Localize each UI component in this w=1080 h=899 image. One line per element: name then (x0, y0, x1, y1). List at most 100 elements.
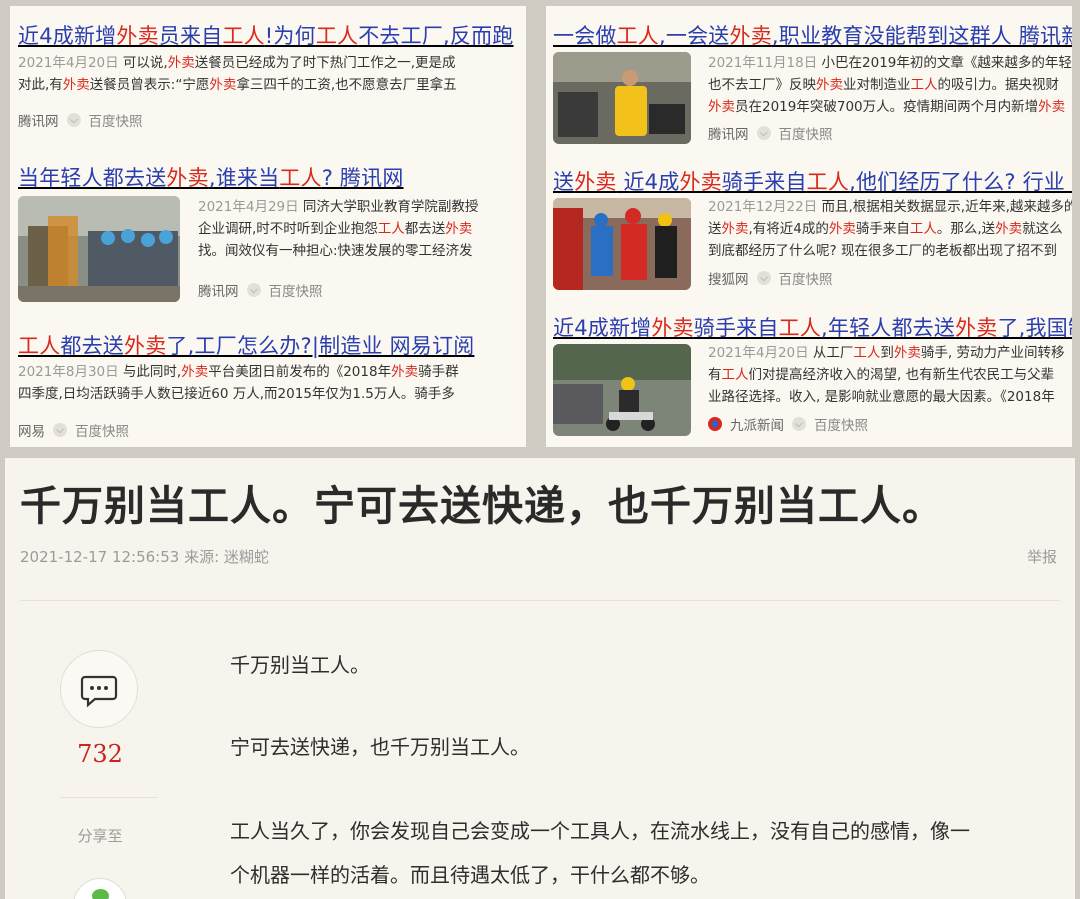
source-name[interactable]: 腾讯网 (198, 280, 239, 300)
snippet-line: 也不去工厂》反映外卖业对制造业工人的吸引力。据央视财 (708, 74, 1072, 96)
title-text[interactable]: !为何 (265, 24, 316, 48)
highlighted-keyword: 工人 (910, 77, 938, 93)
comment-count: 732 (77, 740, 123, 768)
title-text[interactable]: 都去送 (60, 334, 124, 358)
highlighted-keyword[interactable]: 外卖 (116, 24, 158, 48)
title-text[interactable]: 骑手来自 (694, 316, 779, 340)
highlighted-keyword[interactable]: 外卖 (955, 316, 997, 340)
result-date: 2021年8月30日 (18, 364, 119, 380)
highlighted-keyword[interactable]: 工人 (807, 170, 849, 194)
title-text[interactable]: 不去工厂,反而跑 (358, 24, 513, 48)
title-text[interactable]: 骑手来自 (722, 170, 807, 194)
snippet-text: 骑手群 (418, 364, 459, 380)
highlighted-keyword: 工人 (377, 221, 405, 237)
result-thumbnail[interactable] (553, 198, 691, 290)
result-date: 2021年11月18日 (708, 55, 818, 71)
result-source: 搜狐网 百度快照 (708, 268, 833, 288)
result-snippet: 2021年4月29日 同济大学职业教育学院副教授 企业调研,时不时听到企业抱怨工人… (198, 196, 478, 262)
source-name[interactable]: 网易 (18, 420, 45, 440)
result-source: 腾讯网 百度快照 (708, 123, 833, 143)
kuaizhao-link[interactable]: 百度快照 (89, 110, 143, 130)
highlighted-keyword[interactable]: 外卖 (730, 24, 772, 48)
highlighted-keyword[interactable]: 外卖 (166, 166, 208, 190)
highlighted-keyword[interactable]: 外卖 (651, 316, 693, 340)
source-name[interactable]: 腾讯网 (18, 110, 59, 130)
title-text[interactable]: 了,工厂怎么办?|制造业 网易订阅 (166, 334, 474, 358)
source-name[interactable]: 腾讯网 (708, 123, 749, 143)
snippet-text: 送 (708, 221, 722, 237)
title-text[interactable]: ,一会送 (659, 24, 729, 48)
source-name[interactable]: 九派新闻 (730, 414, 784, 434)
title-text[interactable]: ,职业教育没能帮到这群人 腾讯新闻 (772, 24, 1072, 48)
highlighted-keyword: 外卖 (445, 221, 473, 237)
highlighted-keyword[interactable]: 工人 (18, 334, 60, 358)
wechat-share-button[interactable] (73, 878, 127, 899)
snippet-text: 送餐员已经成为了时下热门工作之一,更是成 (194, 55, 456, 71)
kuaizhao-link[interactable]: 百度快照 (814, 414, 868, 434)
kuaizhao-link[interactable]: 百度快照 (75, 420, 129, 440)
highlighted-keyword[interactable]: 工人 (779, 316, 821, 340)
title-text[interactable]: 一会做 (553, 24, 617, 48)
highlighted-keyword: 外卖 (721, 221, 749, 237)
result-thumbnail[interactable] (553, 52, 691, 144)
title-text[interactable]: ? 腾讯网 (322, 166, 404, 190)
title-text[interactable]: 近4成新增 (553, 316, 651, 340)
result-title-link[interactable]: 当年轻人都去送外卖,谁来当工人? 腾讯网 (18, 162, 404, 192)
result-snippet: 2021年8月30日 与此同时,外卖平台美团日前发布的《2018年外卖骑手群 四季… (18, 361, 459, 405)
snippet-line: 企业调研,时不时听到企业抱怨工人都去送外卖 (198, 218, 478, 240)
snippet-line: 2021年4月20日 可以说,外卖送餐员已经成为了时下热门工作之一,更是成 (18, 52, 457, 74)
result-title-link[interactable]: 工人都去送外卖了,工厂怎么办?|制造业 网易订阅 (18, 330, 474, 360)
title-text[interactable]: ,谁来当 (209, 166, 279, 190)
comment-button[interactable] (60, 650, 138, 728)
result-title-link[interactable]: 近4成新增外卖员来自工人!为何工人不去工厂,反而跑 (18, 20, 514, 50)
source-name[interactable]: 搜狐网 (708, 268, 749, 288)
result-thumbnail[interactable] (18, 196, 180, 302)
highlighted-keyword: 外卖 (816, 77, 843, 93)
title-text[interactable]: 送 (553, 170, 574, 194)
report-link[interactable]: 举报 (1027, 546, 1057, 567)
share-label: 分享至 (77, 827, 123, 845)
snippet-text: 都去送 (404, 221, 446, 237)
highlighted-keyword[interactable]: 工人 (222, 24, 264, 48)
result-title-link[interactable]: 送外卖 近4成外卖骑手来自工人,他们经历了什么? 行业 时候 (553, 166, 1072, 196)
snippet-text: 同济大学职业教育学院副教授 (298, 199, 479, 215)
result-thumbnail[interactable] (553, 344, 691, 436)
title-text[interactable]: 员来自 (159, 24, 223, 48)
highlighted-keyword[interactable]: 外卖 (574, 170, 616, 194)
result-title-link[interactable]: 近4成新增外卖骑手来自工人,年轻人都去送外卖了,我国制造... (553, 312, 1072, 342)
highlighted-keyword: 外卖 (391, 364, 419, 380)
snippet-line: 2021年4月29日 同济大学职业教育学院副教授 (198, 196, 478, 218)
kuaizhao-link[interactable]: 百度快照 (779, 268, 833, 288)
title-text[interactable]: 当年轻人都去送 (18, 166, 166, 190)
highlighted-keyword[interactable]: 工人 (617, 24, 659, 48)
highlighted-keyword[interactable]: 工人 (316, 24, 358, 48)
check-icon (246, 283, 261, 297)
snippet-text: 企业调研,时不时听到企业抱怨 (198, 221, 378, 237)
result-date: 2021年12月22日 (708, 199, 818, 215)
snippet-line: 业路径选择。收入, 是影响就业意愿的最大因素。《2018年 (708, 386, 1065, 408)
riders-photo (553, 198, 691, 290)
title-text[interactable]: 近4成新增 (18, 24, 116, 48)
snippet-text: 到底都经历了什么呢? 现在很多工厂的老板都出现了招不到 (708, 243, 1057, 259)
comment-icon (80, 675, 118, 708)
snippet-line: 四季度,日均活跃骑手人数已接近60 万人,而2015年仅为1.5万人。骑手多 (18, 383, 459, 405)
highlighted-keyword[interactable]: 工人 (279, 166, 321, 190)
title-text[interactable]: 近4成 (617, 170, 680, 194)
title-text[interactable]: 了,我国制造... (997, 316, 1072, 340)
snippet-text: 业路径选择。收入, 是影响就业意愿的最大因素。《2018年 (708, 389, 1055, 405)
highlighted-keyword: 工人 (909, 221, 937, 237)
kuaizhao-link[interactable]: 百度快照 (269, 280, 323, 300)
courier-photo (553, 52, 691, 144)
title-text[interactable]: ,年轻人都去送 (821, 316, 955, 340)
highlighted-keyword: 外卖 (995, 221, 1023, 237)
highlighted-keyword[interactable]: 外卖 (679, 170, 721, 194)
snippet-text: 对此,有 (18, 77, 63, 93)
title-text[interactable]: ,他们经历了什么? 行业 时候 (849, 170, 1072, 194)
kuaizhao-link[interactable]: 百度快照 (779, 123, 833, 143)
result-snippet: 2021年4月20日 可以说,外卖送餐员已经成为了时下热门工作之一,更是成对此,… (18, 52, 457, 96)
highlighted-keyword[interactable]: 外卖 (124, 334, 166, 358)
snippet-line: 有工人们对提高经济收入的渴望, 也有新生代农民工与父辈 (708, 364, 1065, 386)
highlighted-keyword: 外卖 (181, 364, 209, 380)
result-title-link[interactable]: 一会做工人,一会送外卖,职业教育没能帮到这群人 腾讯新闻 (553, 20, 1072, 50)
result-source: 网易 百度快照 (18, 420, 129, 440)
